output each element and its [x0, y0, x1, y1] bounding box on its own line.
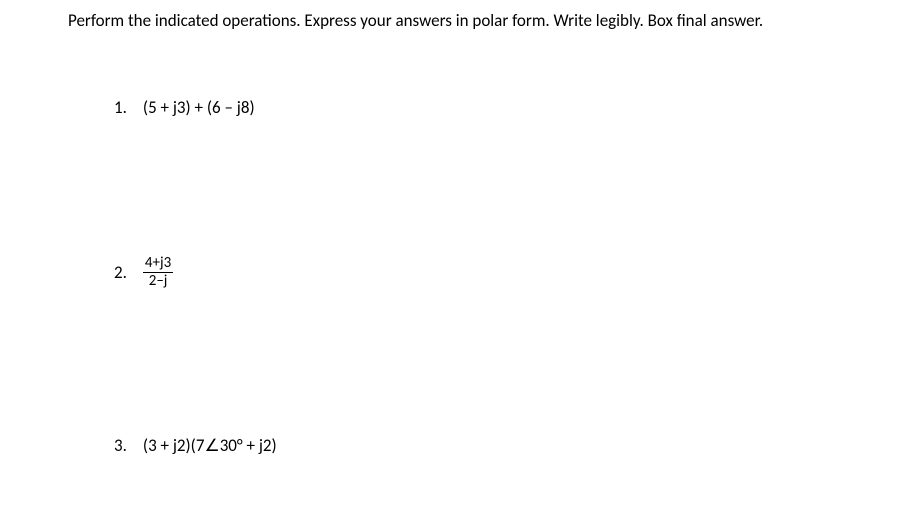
fraction-denominator: 2–j	[143, 273, 173, 290]
problem-2: 2. 4+j3 2–j	[114, 255, 173, 289]
problem-1: 1. (5 + j3) + (6 – j8)	[114, 97, 255, 118]
instructions-text: Perform the indicated operations. Expres…	[68, 10, 763, 31]
problem-expression: (3 + j2)(7∠30° + j2)	[143, 435, 277, 456]
problem-3: 3. (3 + j2)(7∠30° + j2)	[114, 435, 277, 456]
problem-expression: (5 + j3) + (6 – j8)	[143, 97, 255, 118]
problem-number: 1.	[114, 97, 127, 118]
fraction: 4+j3 2–j	[143, 255, 173, 289]
problem-expression: 4+j3 2–j	[143, 255, 173, 289]
problem-number: 2.	[114, 262, 127, 283]
problem-number: 3.	[114, 435, 127, 456]
fraction-numerator: 4+j3	[143, 255, 173, 273]
